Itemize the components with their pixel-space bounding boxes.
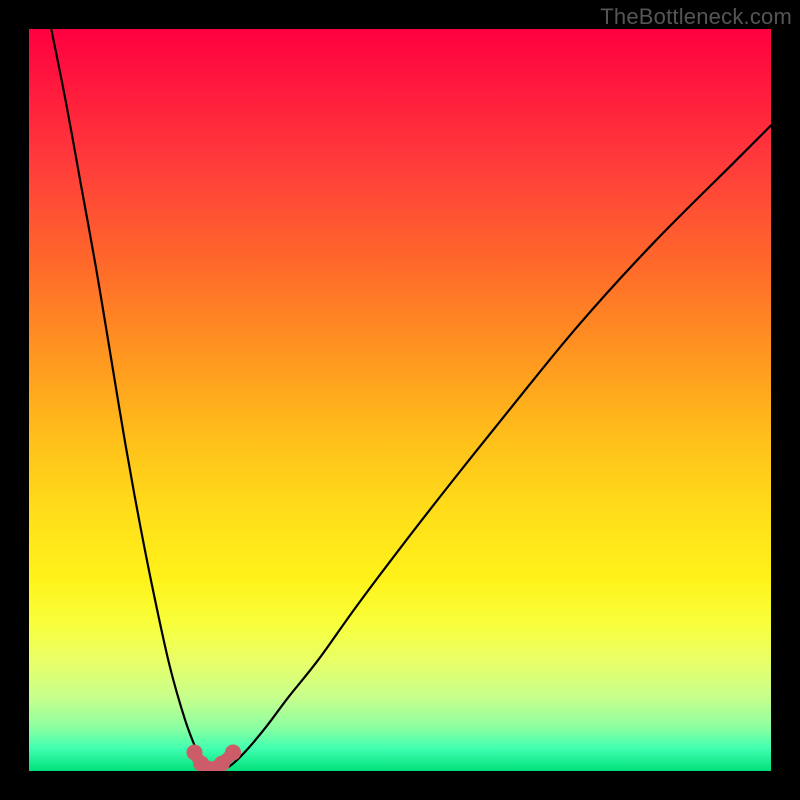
chart-container: TheBottleneck.com [0, 0, 800, 800]
plot-area [29, 29, 771, 771]
bottleneck-curve-left-branch [51, 29, 208, 771]
bottom-marker-dot [225, 744, 241, 760]
bottleneck-curve-right-branch [222, 125, 771, 771]
curves-layer [29, 29, 771, 771]
watermark-text: TheBottleneck.com [600, 4, 792, 30]
